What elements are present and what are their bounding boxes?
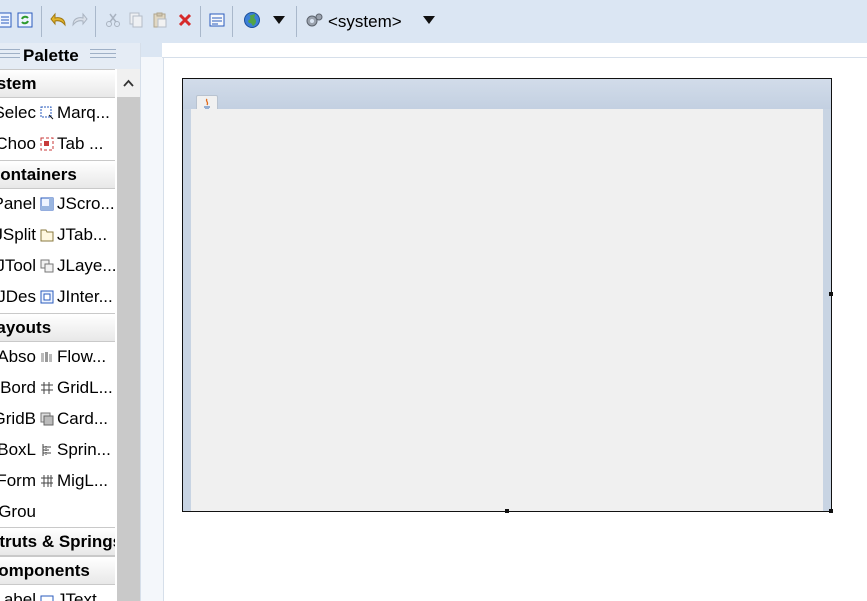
palette-item-flowlayout[interactable]: Flow... <box>39 345 117 369</box>
palette-item-grouplayout[interactable]: Grou... <box>0 500 36 524</box>
undo-icon[interactable] <box>50 11 68 29</box>
palette-item-label: JScro... <box>57 194 115 213</box>
palette-item-label: MigL... <box>57 471 109 490</box>
palette-item-label: JInter... <box>57 287 113 306</box>
chevron-down-icon[interactable] <box>273 16 285 24</box>
category-layouts[interactable]: Layouts <box>0 313 115 342</box>
palette-header: Palette <box>0 43 140 69</box>
frame-content-pane[interactable] <box>191 109 823 511</box>
palette-item-label: JText... <box>57 590 111 601</box>
palette-item-springlayout[interactable]: Sprin... <box>39 438 117 462</box>
category-containers[interactable]: Containers <box>0 160 115 189</box>
toolbar-separator <box>95 6 96 37</box>
editor-gutter <box>140 43 164 601</box>
palette-item-marquee[interactable]: Marq... <box>39 101 117 125</box>
palette-item-jpanel[interactable]: JPanel <box>0 192 36 216</box>
redo-icon[interactable] <box>70 11 88 29</box>
system-laf-icon <box>305 11 323 29</box>
resize-handle-south[interactable] <box>505 509 509 513</box>
gridlayout-icon <box>39 380 55 396</box>
palette-item-boxlayout[interactable]: BoxL... <box>0 438 36 462</box>
palette-item-label: Flow... <box>57 347 107 366</box>
design-frame[interactable] <box>182 78 832 512</box>
palette-item-gridlayout[interactable]: GridL... <box>39 376 117 400</box>
palette-panel: Palette System Selec... Marq... Choo... … <box>0 43 140 601</box>
palette-item-formlayout[interactable]: Form... <box>0 469 36 493</box>
palette-item-miglayout[interactable]: MigL... <box>39 469 117 493</box>
drag-grip-icon[interactable] <box>0 49 20 61</box>
paste-icon[interactable] <box>151 11 169 29</box>
editor-ruler <box>162 43 867 58</box>
drag-grip-icon[interactable] <box>90 49 116 61</box>
copy-icon[interactable] <box>127 11 145 29</box>
palette-item-label: GridL... <box>57 378 113 397</box>
palette-list: System Selec... Marq... Choo... Tab ... … <box>0 69 117 601</box>
gutter-corner <box>141 43 163 57</box>
scrollpane-icon <box>39 196 55 212</box>
textfield-icon <box>39 592 55 601</box>
flowlayout-icon <box>39 349 55 365</box>
toolbar-separator <box>200 6 201 37</box>
palette-title: Palette <box>23 46 79 65</box>
frame-title-bar[interactable] <box>183 79 831 113</box>
laf-dropdown-value[interactable]: <system> <box>328 12 402 32</box>
palette-item-label: JLaye... <box>57 256 117 275</box>
resize-handle-southeast[interactable] <box>829 509 833 513</box>
palette-item-choose-component[interactable]: Choo... <box>0 132 36 156</box>
palette-item-borderlayout[interactable]: Bord... <box>0 376 36 400</box>
palette-item-jlabel[interactable]: JLabel <box>0 588 36 601</box>
palette-item-cardlayout[interactable]: Card... <box>39 407 117 431</box>
cardlayout-icon <box>39 411 55 427</box>
miglayout-icon <box>39 473 55 489</box>
palette-item-jinternalframe[interactable]: JInter... <box>39 285 117 309</box>
palette-item-absolute-layout[interactable]: Abso... <box>0 345 36 369</box>
tabbedpane-icon <box>39 227 55 243</box>
tab-order-icon <box>39 136 55 152</box>
palette-item-label: Marq... <box>57 103 110 122</box>
category-components[interactable]: Components <box>0 556 115 585</box>
outline-icon[interactable] <box>0 11 14 29</box>
delete-icon[interactable] <box>176 11 194 29</box>
toolbar-separator <box>232 6 233 37</box>
category-struts-springs[interactable]: Struts & Springs <box>0 527 115 556</box>
layeredpane-icon <box>39 258 55 274</box>
palette-item-jsplitpane[interactable]: JSplit... <box>0 223 36 247</box>
chevron-up-icon <box>123 79 134 87</box>
toolbar: <system> <box>0 0 867 44</box>
palette-item-jlayeredpane[interactable]: JLaye... <box>39 254 117 278</box>
palette-item-jscrollpane[interactable]: JScro... <box>39 192 117 216</box>
properties-icon[interactable] <box>208 11 226 29</box>
palette-item-jtextfield[interactable]: JText... <box>39 588 117 601</box>
palette-item-label: Tab ... <box>57 134 104 153</box>
palette-item-jtabbedpane[interactable]: JTab... <box>39 223 117 247</box>
palette-item-jdesktoppane[interactable]: JDes... <box>0 285 36 309</box>
toolbar-separator <box>296 6 297 37</box>
internalframe-icon <box>39 289 55 305</box>
springlayout-icon <box>39 442 55 458</box>
refresh-icon[interactable] <box>16 11 34 29</box>
marquee-icon <box>39 105 55 121</box>
palette-item-tab-order[interactable]: Tab ... <box>39 132 117 156</box>
palette-item-jtoolbar[interactable]: JTool... <box>0 254 36 278</box>
palette-item-label: JTab... <box>57 225 108 244</box>
palette-item-label: Card... <box>57 409 109 428</box>
globe-icon[interactable] <box>243 11 261 29</box>
palette-scrollbar[interactable] <box>117 69 140 601</box>
category-system[interactable]: System <box>0 69 115 98</box>
cut-icon[interactable] <box>104 11 122 29</box>
scroll-up-button[interactable] <box>117 69 140 97</box>
toolbar-separator <box>41 6 42 37</box>
resize-handle-east[interactable] <box>829 292 833 296</box>
palette-item-gridbaglayout[interactable]: GridB... <box>0 407 36 431</box>
palette-item-label: Sprin... <box>57 440 111 459</box>
chevron-down-icon[interactable] <box>423 16 435 24</box>
palette-item-selection[interactable]: Selec... <box>0 101 36 125</box>
